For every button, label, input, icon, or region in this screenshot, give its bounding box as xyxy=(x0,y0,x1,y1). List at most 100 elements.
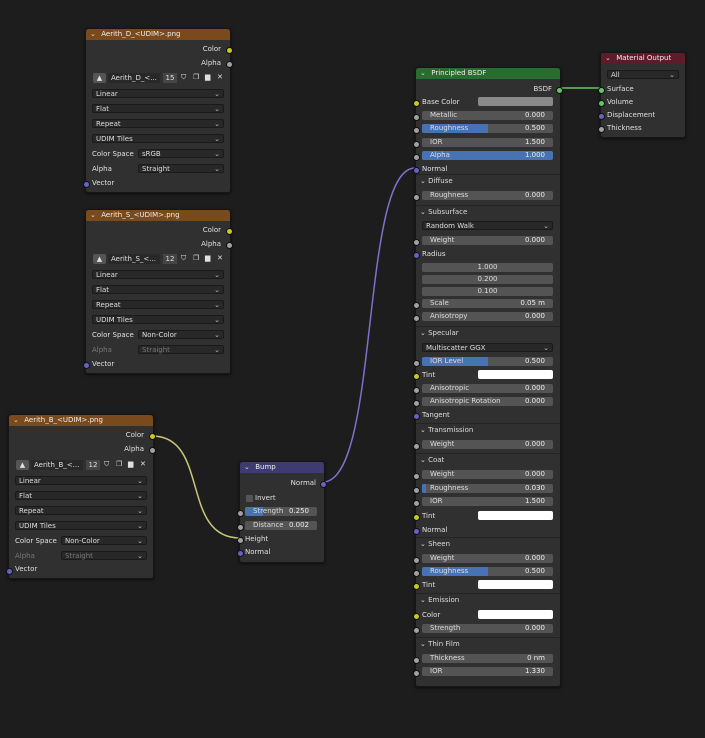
projection-dropdown[interactable]: Flat ⌄ xyxy=(92,104,224,113)
collapse-chevron-icon[interactable]: ⌄ xyxy=(244,462,253,473)
input-surface-socket[interactable] xyxy=(598,87,605,94)
output-alpha-socket[interactable] xyxy=(226,61,233,68)
alpha-mode-dropdown[interactable]: Straight ⌄ xyxy=(138,164,224,173)
input-sheen-roughness-socket[interactable] xyxy=(413,570,420,577)
radius-x-field[interactable]: 1.000 xyxy=(422,263,553,272)
input-sheen-weight-socket[interactable] xyxy=(413,557,420,564)
alpha-slider[interactable]: Alpha 1.000 xyxy=(422,151,553,160)
image-browse-icon[interactable]: ▲ xyxy=(93,73,106,83)
ior-field[interactable]: IOR 1.500 xyxy=(422,138,553,147)
bump-node[interactable]: ⌄ Bump Normal Invert Strength 0.250 Dista… xyxy=(237,461,327,563)
input-normal-socket[interactable] xyxy=(237,550,244,557)
input-thickness-socket[interactable] xyxy=(598,126,605,133)
input-distance-socket[interactable] xyxy=(237,524,244,531)
panel-thin-film[interactable]: ⌄ Thin Film xyxy=(416,637,560,649)
trans-weight-field[interactable]: Weight 0.000 xyxy=(422,440,553,449)
interpolation-dropdown[interactable]: Linear ⌄ xyxy=(92,270,224,279)
output-color-socket[interactable] xyxy=(226,47,233,54)
duplicate-icon[interactable]: ❐ xyxy=(193,73,199,81)
input-radius-socket[interactable] xyxy=(413,252,420,259)
target-dropdown[interactable]: All ⌄ xyxy=(607,70,679,79)
sheen-tint-swatch[interactable] xyxy=(478,580,553,589)
input-emission-strength-socket[interactable] xyxy=(413,627,420,634)
panel-transmission[interactable]: ⌄ Transmission xyxy=(416,423,560,435)
coat-tint-swatch[interactable] xyxy=(478,511,553,520)
extension-dropdown[interactable]: Repeat ⌄ xyxy=(15,506,147,515)
open-folder-icon[interactable]: ▆ xyxy=(205,73,210,81)
node-header[interactable]: ⌄ Aerith_B_<UDIM>.png xyxy=(9,415,153,426)
panel-subsurface[interactable]: ⌄ Subsurface xyxy=(416,205,560,217)
coat-weight-field[interactable]: Weight 0.000 xyxy=(422,470,553,479)
interpolation-dropdown[interactable]: Linear ⌄ xyxy=(15,476,147,485)
output-color-socket[interactable] xyxy=(149,433,156,440)
input-coat-normal-socket[interactable] xyxy=(413,528,420,535)
extension-dropdown[interactable]: Repeat ⌄ xyxy=(92,119,224,128)
panel-diffuse[interactable]: ⌄ Diffuse xyxy=(416,174,560,186)
input-ior-socket[interactable] xyxy=(413,141,420,148)
input-coat-weight-socket[interactable] xyxy=(413,473,420,480)
output-bsdf-socket[interactable] xyxy=(556,87,563,94)
image-texture-node-s[interactable]: ⌄ Aerith_S_<UDIM>.png Color Alpha ▲ Aeri… xyxy=(83,209,233,374)
material-output-node[interactable]: ⌄ Material Output All ⌄ Surface Volume Di… xyxy=(598,52,686,138)
input-specular-tint-socket[interactable] xyxy=(413,373,420,380)
color-space-dropdown[interactable]: Non-Color ⌄ xyxy=(61,536,147,545)
collapse-chevron-icon[interactable]: ⌄ xyxy=(420,68,429,79)
projection-dropdown[interactable]: Flat ⌄ xyxy=(15,491,147,500)
input-thin-film-ior-socket[interactable] xyxy=(413,670,420,677)
source-dropdown[interactable]: UDIM Tiles ⌄ xyxy=(92,315,224,324)
fake-user-shield-icon[interactable]: ⛉ xyxy=(181,73,186,82)
input-sheen-tint-socket[interactable] xyxy=(413,583,420,590)
input-roughness-socket[interactable] xyxy=(413,127,420,134)
strength-slider[interactable]: Strength 0.250 xyxy=(245,507,317,516)
panel-coat[interactable]: ⌄ Coat xyxy=(416,453,560,465)
source-dropdown[interactable]: UDIM Tiles ⌄ xyxy=(92,134,224,143)
emission-strength-field[interactable]: Strength 0.000 xyxy=(422,624,553,633)
sheen-weight-field[interactable]: Weight 0.000 xyxy=(422,554,553,563)
ior-level-slider[interactable]: IOR Level 0.500 xyxy=(422,357,553,366)
input-ior-level-socket[interactable] xyxy=(413,360,420,367)
duplicate-icon[interactable]: ❐ xyxy=(116,460,122,468)
fake-user-shield-icon[interactable]: ⛉ xyxy=(181,254,186,263)
thin-film-thickness-field[interactable]: Thickness 0 nm xyxy=(422,654,553,663)
subsurface-method-dropdown[interactable]: Random Walk ⌄ xyxy=(422,221,553,230)
open-folder-icon[interactable]: ▆ xyxy=(205,254,210,262)
input-vector-socket[interactable] xyxy=(83,362,90,369)
specular-tint-swatch[interactable] xyxy=(478,370,553,379)
color-space-dropdown[interactable]: sRGB ⌄ xyxy=(138,149,224,158)
collapse-chevron-icon[interactable]: ⌄ xyxy=(605,53,614,64)
node-header[interactable]: ⌄ Aerith_D_<UDIM>.png xyxy=(86,29,230,40)
radius-z-field[interactable]: 0.100 xyxy=(422,287,553,296)
input-thin-film-thickness-socket[interactable] xyxy=(413,657,420,664)
unlink-close-icon[interactable]: ✕ xyxy=(217,73,223,81)
input-vector-socket[interactable] xyxy=(6,568,13,575)
image-texture-node-b[interactable]: ⌄ Aerith_B_<UDIM>.png Color Alpha ▲ Aeri… xyxy=(6,414,156,579)
output-normal-socket[interactable] xyxy=(320,481,327,488)
image-name-field[interactable]: Aerith_B_<... xyxy=(31,460,83,470)
ss-anisotropy-field[interactable]: Anisotropy 0.000 xyxy=(422,312,553,321)
aniso-rotation-field[interactable]: Anisotropic Rotation 0.000 xyxy=(422,397,553,406)
input-normal-socket[interactable] xyxy=(413,167,420,174)
invert-checkbox[interactable] xyxy=(246,495,253,502)
node-header[interactable]: ⌄ Aerith_S_<UDIM>.png xyxy=(86,210,230,221)
input-alpha-socket[interactable] xyxy=(413,154,420,161)
panel-specular[interactable]: ⌄ Specular xyxy=(416,326,560,338)
emission-color-swatch[interactable] xyxy=(478,610,553,619)
input-tangent-socket[interactable] xyxy=(413,413,420,420)
interpolation-dropdown[interactable]: Linear ⌄ xyxy=(92,89,224,98)
input-coat-tint-socket[interactable] xyxy=(413,514,420,521)
input-trans-weight-socket[interactable] xyxy=(413,443,420,450)
metallic-slider[interactable]: Metallic 0.000 xyxy=(422,111,553,120)
anisotropic-field[interactable]: Anisotropic 0.000 xyxy=(422,384,553,393)
thin-film-ior-field[interactable]: IOR 1.330 xyxy=(422,667,553,676)
radius-y-field[interactable]: 0.200 xyxy=(422,275,553,284)
scale-field[interactable]: Scale 0.05 m xyxy=(422,299,553,308)
input-aniso-rotation-socket[interactable] xyxy=(413,400,420,407)
image-name-field[interactable]: Aerith_D_<... xyxy=(108,73,160,83)
input-volume-socket[interactable] xyxy=(598,100,605,107)
extension-dropdown[interactable]: Repeat ⌄ xyxy=(92,300,224,309)
fake-user-shield-icon[interactable]: ⛉ xyxy=(104,460,109,469)
collapse-chevron-icon[interactable]: ⌄ xyxy=(90,210,99,221)
input-anisotropic-socket[interactable] xyxy=(413,387,420,394)
source-dropdown[interactable]: UDIM Tiles ⌄ xyxy=(15,521,147,530)
panel-emission[interactable]: ⌄ Emission xyxy=(416,593,560,605)
